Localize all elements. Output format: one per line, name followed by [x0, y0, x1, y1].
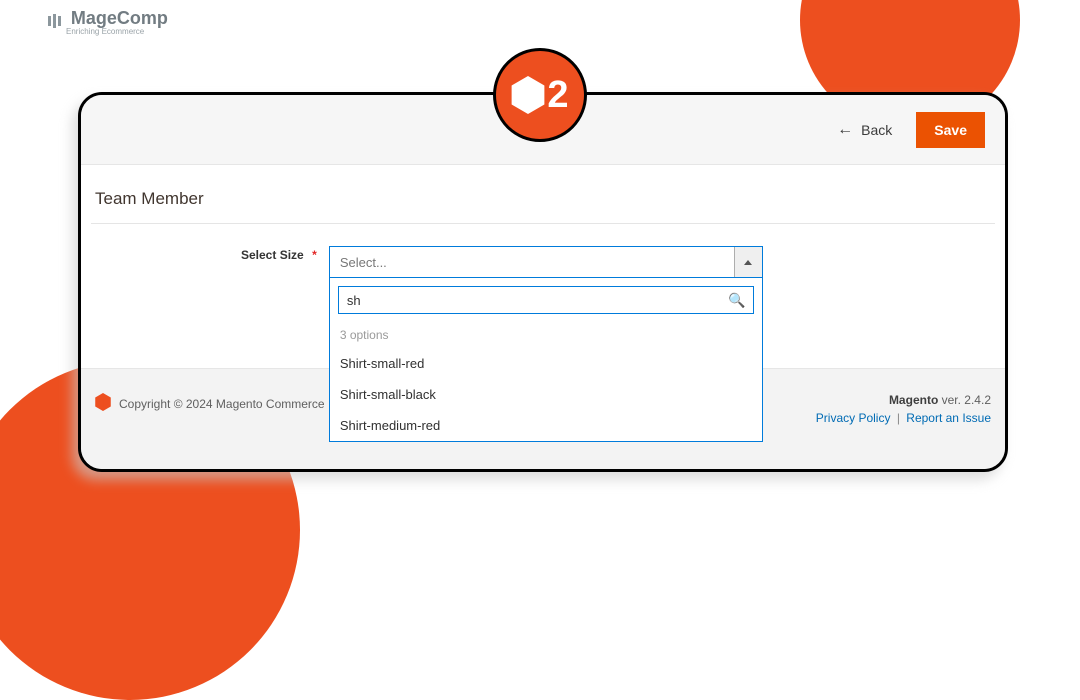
report-issue-link[interactable]: Report an Issue	[906, 411, 991, 425]
select-size-control: Select... 🔍 3 options Shirt-small-red Sh…	[329, 246, 763, 278]
logo-bars-icon	[48, 12, 63, 28]
version-number: 2.4.2	[964, 393, 991, 407]
admin-panel: ← Back Save Team Member Select Size * Se…	[78, 92, 1008, 472]
divider	[91, 223, 995, 224]
badge-number: 2	[547, 74, 568, 117]
magento-icon	[511, 76, 545, 114]
dropdown-search-row: 🔍	[330, 278, 762, 322]
link-separator: |	[897, 411, 900, 425]
section-title: Team Member	[91, 183, 995, 223]
version-line: Magento ver. 2.4.2	[816, 393, 991, 407]
select-size-dropdown: 🔍 3 options Shirt-small-red Shirt-small-…	[329, 278, 763, 442]
arrow-left-icon: ←	[837, 121, 853, 139]
magecomp-logo: MageComp Enriching Ecommerce	[48, 8, 168, 36]
select-option[interactable]: Shirt-medium-red	[330, 410, 762, 441]
footer-links: Privacy Policy | Report an Issue	[816, 411, 991, 425]
logo-name: MageComp	[71, 8, 168, 28]
options-count: 3 options	[330, 322, 762, 348]
footer-left: Copyright © 2024 Magento Commerce Inc.	[95, 393, 347, 414]
required-mark: *	[312, 240, 317, 262]
copyright-text: Copyright © 2024 Magento Commerce Inc.	[119, 397, 347, 411]
save-button[interactable]: Save	[916, 112, 985, 148]
logo-tagline: Enriching Ecommerce	[66, 27, 168, 36]
privacy-policy-link[interactable]: Privacy Policy	[816, 411, 891, 425]
select-option[interactable]: Shirt-small-black	[330, 379, 762, 410]
back-label: Back	[861, 122, 892, 138]
select-size-label: Select Size	[241, 240, 304, 262]
magento-small-icon	[95, 393, 111, 414]
field-label-wrap: Select Size *	[241, 246, 317, 264]
version-prefix: ver.	[938, 393, 964, 407]
footer-right: Magento ver. 2.4.2 Privacy Policy | Repo…	[816, 393, 991, 425]
chevron-up-icon	[734, 247, 762, 277]
select-option[interactable]: Shirt-small-red	[330, 348, 762, 379]
field-select-size: Select Size * Select... 🔍 3 options Shir…	[91, 246, 995, 278]
save-label: Save	[934, 122, 967, 138]
select-size-toggle[interactable]: Select...	[329, 246, 763, 278]
select-placeholder: Select...	[330, 255, 387, 270]
product-name: Magento	[889, 393, 938, 407]
dropdown-search-input[interactable]	[338, 286, 754, 314]
magento2-badge: 2	[493, 48, 587, 142]
content-area: Team Member Select Size * Select... 🔍 3 …	[81, 165, 1005, 278]
back-button[interactable]: ← Back	[827, 115, 902, 145]
